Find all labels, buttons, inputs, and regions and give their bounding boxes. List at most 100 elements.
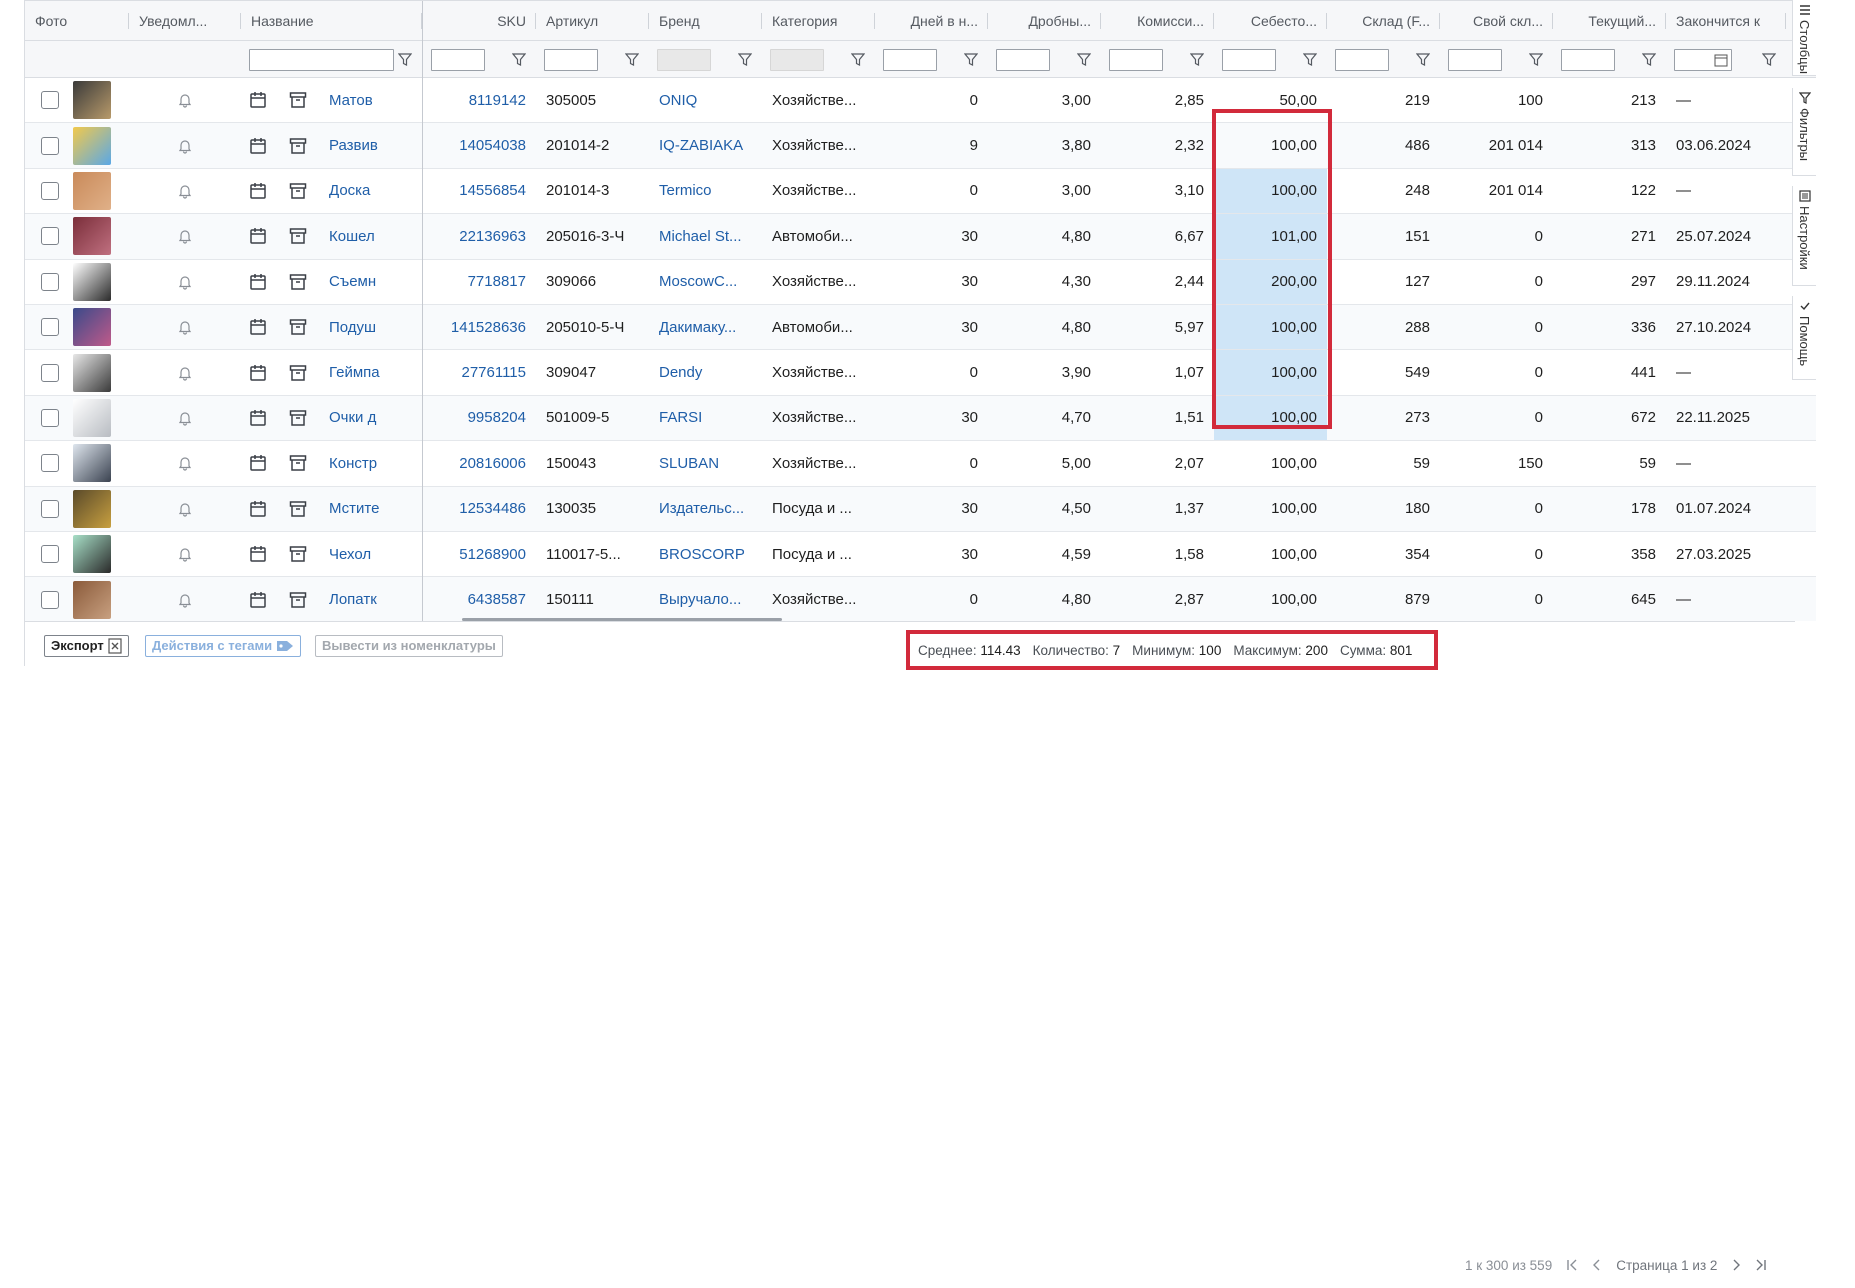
table-row[interactable]: 27761115 309047 Dendy Хозяйстве... 0 3,90 1,07… [423, 350, 1816, 396]
cell-sku[interactable]: 14054038 [423, 123, 536, 167]
calendar-icon[interactable] [249, 91, 267, 109]
cell-sku[interactable]: 12534486 [423, 487, 536, 531]
filter-input-stock[interactable] [1335, 48, 1389, 71]
row-checkbox[interactable] [41, 318, 59, 337]
archive-icon[interactable] [289, 273, 307, 291]
row-checkbox[interactable] [41, 136, 59, 155]
column-header-name[interactable]: Название [241, 1, 422, 41]
column-header-drob[interactable]: Дробны... [988, 1, 1101, 41]
column-header-brand[interactable]: Бренд [649, 1, 762, 41]
product-name-link[interactable]: Матов [329, 92, 373, 109]
column-header-stock[interactable]: Склад (F... [1327, 1, 1440, 41]
column-header-end[interactable]: Закончится к [1666, 1, 1786, 41]
filter-input-drob[interactable] [996, 48, 1050, 71]
table-row[interactable]: Подуш [25, 305, 422, 351]
bell-icon[interactable] [178, 228, 192, 244]
column-header-cost[interactable]: Себесто... [1214, 1, 1327, 41]
table-row[interactable]: Доска [25, 169, 422, 215]
calendar-icon[interactable] [249, 318, 267, 336]
column-header-sku[interactable]: SKU [423, 1, 536, 41]
filter-input-brand[interactable] [657, 48, 711, 71]
cell-sku[interactable]: 27761115 [423, 350, 536, 394]
table-row[interactable]: 141528636 205010-5-Ч Дакимаку... Автомоби..… [423, 305, 1816, 351]
filter-funnel-icon[interactable] [1762, 53, 1776, 66]
product-name-link[interactable]: Констр [329, 455, 377, 472]
cell-sku[interactable]: 22136963 [423, 214, 536, 258]
filter-funnel-icon[interactable] [1416, 53, 1430, 66]
cell-sku[interactable]: 141528636 [423, 305, 536, 349]
row-checkbox[interactable] [41, 454, 59, 473]
sidebar-tab-filters[interactable]: Фильтры [1792, 88, 1816, 176]
filter-funnel-icon[interactable] [851, 53, 865, 66]
table-row[interactable]: 7718817 309066 MoscowC... Хозяйстве... 30 4,3… [423, 259, 1816, 305]
archive-icon[interactable] [289, 137, 307, 155]
cell-brand[interactable]: SLUBAN [649, 441, 762, 485]
filter-funnel-icon[interactable] [625, 53, 639, 66]
table-row[interactable]: Очки д [25, 395, 422, 442]
product-name-link[interactable]: Доска [329, 182, 370, 199]
calendar-icon[interactable] [249, 364, 267, 382]
table-row[interactable]: Матов [25, 78, 422, 124]
calendar-icon[interactable] [249, 591, 267, 609]
first-page-icon[interactable] [1566, 1259, 1578, 1271]
archive-icon[interactable] [289, 318, 307, 336]
cell-sku[interactable]: 6438587 [423, 577, 536, 621]
bell-icon[interactable] [178, 592, 192, 608]
table-row[interactable]: Констр [25, 441, 422, 487]
archive-icon[interactable] [289, 454, 307, 472]
filter-input-sku[interactable] [431, 48, 485, 71]
calendar-picker-icon[interactable] [1714, 53, 1728, 67]
filter-funnel-icon[interactable] [964, 53, 978, 66]
table-row[interactable]: 8119142 305005 ONIQ Хозяйстве... 0 3,00 2,85 50… [423, 78, 1816, 124]
calendar-icon[interactable] [249, 182, 267, 200]
calendar-icon[interactable] [249, 545, 267, 563]
table-row[interactable]: Кошел [25, 214, 422, 260]
next-page-icon[interactable] [1731, 1259, 1741, 1271]
last-page-icon[interactable] [1755, 1259, 1767, 1271]
cell-brand[interactable]: IQ-ZABIAKA [649, 123, 762, 167]
table-row[interactable]: Развив [25, 123, 422, 169]
archive-icon[interactable] [289, 364, 307, 382]
table-row[interactable]: 14054038 201014-2 IQ-ZABIAKA Хозяйстве... 9 3… [423, 123, 1816, 169]
table-row[interactable]: 6438587 150111 Выручало... Хозяйстве... 0 4,8… [423, 577, 1816, 621]
prev-page-icon[interactable] [1592, 1259, 1602, 1271]
filter-input-cat[interactable] [770, 48, 824, 71]
table-row[interactable]: 14556854 201014-3 Termico Хозяйстве... 0 3,00… [423, 168, 1816, 215]
row-checkbox[interactable] [41, 590, 59, 609]
sidebar-tab-help[interactable]: Помощь [1792, 296, 1816, 380]
table-row[interactable]: 22136963 205016-3-Ч Michael St... Автомоби.… [423, 214, 1816, 260]
bell-icon[interactable] [178, 501, 192, 517]
column-header-own[interactable]: Свой скл... [1440, 1, 1553, 41]
archive-icon[interactable] [289, 500, 307, 518]
bell-icon[interactable] [178, 92, 192, 108]
filter-input-own[interactable] [1448, 48, 1502, 71]
bell-icon[interactable] [178, 546, 192, 562]
cell-brand[interactable]: MoscowC... [649, 260, 762, 304]
calendar-icon[interactable] [249, 227, 267, 245]
tag-actions-button[interactable]: Действия с тегами [145, 635, 302, 657]
filter-funnel-icon[interactable] [1642, 53, 1656, 66]
filter-input-cost[interactable] [1222, 48, 1276, 71]
cell-brand[interactable]: Michael St... [649, 214, 762, 258]
column-header-notify[interactable]: Уведомл... [129, 1, 241, 41]
filter-input-name[interactable] [249, 48, 394, 71]
bell-icon[interactable] [178, 274, 192, 290]
product-name-link[interactable]: Развив [329, 137, 378, 154]
archive-icon[interactable] [289, 91, 307, 109]
cell-brand[interactable]: ONIQ [649, 78, 762, 122]
table-row[interactable]: 9958204 501009-5 FARSI Хозяйстве... 30 4,70 1,… [423, 395, 1816, 442]
cell-brand[interactable]: FARSI [649, 396, 762, 440]
cell-sku[interactable]: 7718817 [423, 260, 536, 304]
column-header-cur[interactable]: Текущий... [1553, 1, 1666, 41]
row-checkbox[interactable] [41, 227, 59, 246]
archive-icon[interactable] [289, 182, 307, 200]
bell-icon[interactable] [178, 319, 192, 335]
filter-funnel-icon[interactable] [1529, 53, 1543, 66]
bell-icon[interactable] [178, 365, 192, 381]
product-name-link[interactable]: Очки д [329, 409, 376, 426]
table-row[interactable]: Геймпа [25, 350, 422, 396]
table-row[interactable]: Мстите [25, 486, 422, 532]
cell-sku[interactable]: 20816006 [423, 441, 536, 485]
filter-input-art[interactable] [544, 48, 598, 71]
row-checkbox[interactable] [41, 408, 59, 427]
